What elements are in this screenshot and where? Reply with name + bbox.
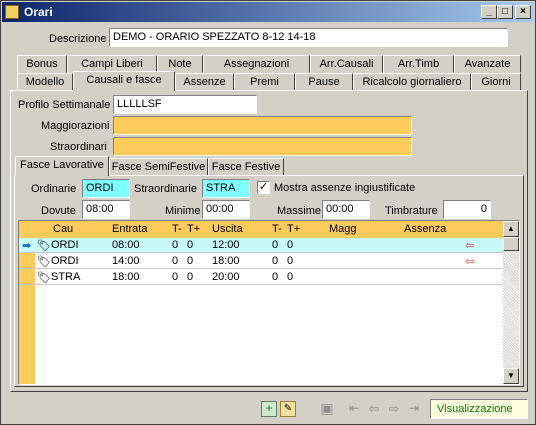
cell-tminus-1: 0	[172, 239, 179, 251]
grid-header: Cau Entrata T- T+ Uscita T- T+ Magg Asse…	[19, 221, 503, 238]
cell-tminus-2: 0	[272, 271, 279, 283]
mostra-assenze-label: Mostra assenze ingiustificate	[274, 182, 416, 194]
straordinarie-label: Straordinarie	[134, 183, 197, 195]
tab-pause[interactable]: Pause	[295, 73, 353, 91]
descrizione-label: Descrizione	[49, 33, 107, 45]
grid-vertical-scrollbar[interactable]: ▲ ▼	[503, 221, 519, 384]
subtab-fasce-festive[interactable]: Fasce Festive	[208, 158, 284, 176]
mostra-assenze-checkbox[interactable]: ✓	[257, 181, 270, 194]
fasce-grid: Cau Entrata T- T+ Uscita T- T+ Magg Asse…	[18, 220, 520, 385]
col-tminus-1[interactable]: T-	[172, 223, 182, 235]
title-bar: Orari _ □ ×	[2, 2, 534, 22]
cell-cau: ORDI	[51, 239, 79, 251]
scroll-track[interactable]	[503, 251, 519, 368]
window: Orari _ □ × Descrizione DEMO - ORARIO SP…	[0, 0, 536, 425]
cell-entrata: 14:00	[112, 255, 140, 267]
save-icon[interactable]: ▣	[319, 401, 335, 417]
tab-bonus[interactable]: Bonus	[17, 55, 67, 73]
cell-tminus-2: 0	[272, 239, 279, 251]
cell-tplus-1: 0	[187, 239, 194, 251]
close-button[interactable]: ×	[515, 5, 531, 19]
previous-record-icon[interactable]: ⇦	[366, 401, 382, 417]
subtab-fasce-semifestive[interactable]: Fasce SemiFestive	[109, 158, 208, 176]
scroll-thumb[interactable]	[503, 237, 519, 251]
straordinari-label: Straordinari	[50, 141, 107, 153]
col-assenza[interactable]: Assenza	[404, 223, 446, 235]
cell-tminus-1: 0	[172, 271, 179, 283]
descrizione-field[interactable]: DEMO - ORARIO SPEZZATO 8-12 14-18	[109, 28, 508, 47]
maggiorazioni-field[interactable]	[113, 116, 412, 135]
col-tplus-2[interactable]: T+	[287, 223, 300, 235]
tag-icon: 🏷	[37, 256, 51, 268]
status-mode: Visualizzazione	[430, 399, 528, 419]
edit-record-icon[interactable]: ✎	[280, 401, 296, 417]
table-row[interactable]: 🏷 STRA 18:00 0 0 20:00 0 0	[19, 270, 503, 285]
cell-entrata: 08:00	[112, 239, 140, 251]
cell-tplus-2: 0	[287, 239, 294, 251]
tag-icon: 🏷	[37, 272, 51, 284]
maximize-button[interactable]: □	[497, 5, 513, 19]
ordinarie-field[interactable]: ORDI	[82, 179, 130, 198]
back-arrow-icon[interactable]: ⇦	[465, 239, 474, 252]
tab-ricalcolo-giornaliero[interactable]: Ricalcolo giornaliero	[353, 73, 471, 91]
col-tminus-2[interactable]: T-	[272, 223, 282, 235]
profilo-settimanale-label: Profilo Settimanale	[18, 99, 111, 111]
tab-modello[interactable]: Modello	[17, 73, 73, 91]
tab-causali-e-fasce[interactable]: Causali e fasce	[73, 71, 175, 91]
col-magg[interactable]: Magg	[329, 223, 357, 235]
col-cau[interactable]: Cau	[53, 223, 73, 235]
minimize-button[interactable]: _	[481, 5, 497, 19]
massime-label: Massime	[277, 205, 322, 217]
col-tplus-1[interactable]: T+	[187, 223, 200, 235]
tab-arr-timb[interactable]: Arr.Timb	[383, 55, 454, 73]
minime-field[interactable]: 00:00	[202, 200, 250, 219]
timbrature-label: Timbrature	[385, 205, 438, 217]
maggiorazioni-label: Maggiorazioni	[41, 120, 110, 132]
scroll-up-button[interactable]: ▲	[503, 221, 519, 237]
cell-tplus-2: 0	[287, 255, 294, 267]
tab-avanzate[interactable]: Avanzate	[454, 55, 521, 73]
cell-tminus-1: 0	[172, 255, 179, 267]
profilo-settimanale-field[interactable]: LLLLLSF	[113, 95, 257, 114]
tab-arr-causali[interactable]: Arr.Causali	[310, 55, 383, 73]
tab-assenze[interactable]: Assenze	[175, 73, 234, 91]
dovute-field[interactable]: 08:00	[82, 200, 130, 219]
tab-premi[interactable]: Premi	[234, 73, 295, 91]
window-title: Orari	[24, 5, 53, 19]
ordinarie-label: Ordinarie	[31, 183, 77, 195]
straordinari-field[interactable]	[113, 137, 412, 156]
last-record-icon[interactable]: ⇥	[406, 401, 422, 417]
dovute-label: Dovute	[41, 205, 76, 217]
straordinarie-field[interactable]: STRA	[202, 179, 250, 198]
tag-icon: 🏷	[37, 240, 51, 252]
back-arrow-icon[interactable]: ⇦	[465, 255, 474, 268]
col-uscita[interactable]: Uscita	[212, 223, 243, 235]
cell-tminus-2: 0	[272, 255, 279, 267]
tab-assegnazioni[interactable]: Assegnazioni	[203, 55, 310, 73]
cell-uscita: 12:00	[212, 239, 240, 251]
first-record-icon[interactable]: ⇤	[346, 401, 362, 417]
cell-uscita: 20:00	[212, 271, 240, 283]
massime-field[interactable]: 00:00	[322, 200, 370, 219]
scroll-down-button[interactable]: ▼	[503, 368, 519, 384]
cell-cau: STRA	[51, 271, 81, 283]
table-row[interactable]: 🏷 ORDI 14:00 0 0 18:00 0 0 ⇦	[19, 254, 503, 269]
minime-label: Minime	[165, 205, 201, 217]
cell-uscita: 18:00	[212, 255, 240, 267]
app-icon	[5, 5, 19, 19]
cell-entrata: 18:00	[112, 271, 140, 283]
cell-tplus-1: 0	[187, 255, 194, 267]
current-row-arrow-icon: ➡	[22, 240, 32, 252]
cell-cau: ORDI	[51, 255, 79, 267]
next-record-icon[interactable]: ⇨	[386, 401, 402, 417]
cell-tplus-2: 0	[287, 271, 294, 283]
add-record-icon[interactable]: +	[261, 401, 277, 417]
tab-giorni[interactable]: Giorni	[471, 73, 521, 91]
col-entrata[interactable]: Entrata	[112, 223, 147, 235]
table-row[interactable]: ➡ 🏷 ORDI 08:00 0 0 12:00 0 0 ⇦	[19, 238, 503, 253]
timbrature-field[interactable]: 0	[443, 200, 491, 219]
subtab-fasce-lavorative[interactable]: Fasce Lavorative	[15, 156, 109, 176]
cell-tplus-1: 0	[187, 271, 194, 283]
